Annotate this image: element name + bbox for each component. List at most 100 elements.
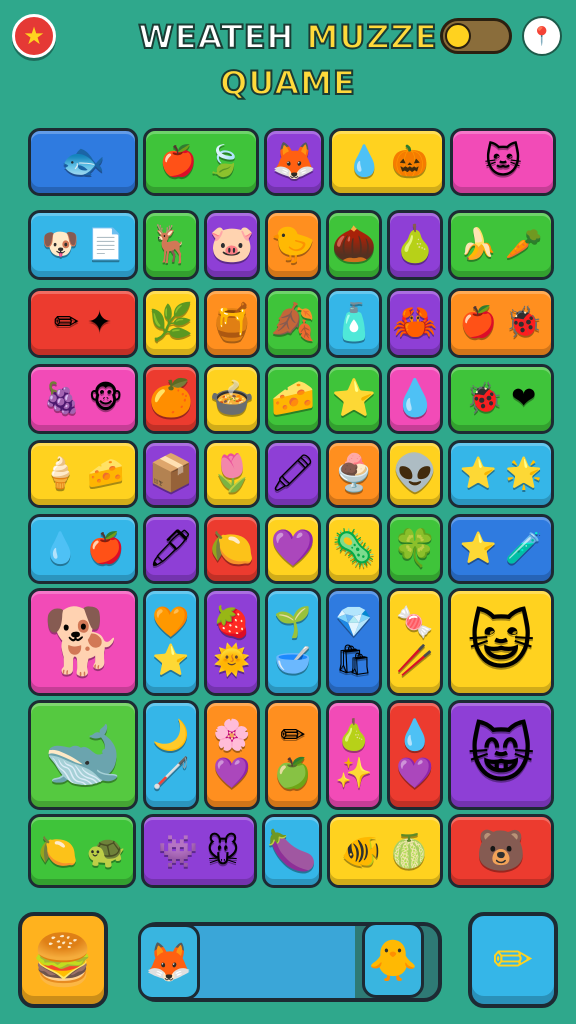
bug-heart-icon-2: ❤: [511, 381, 537, 416]
tile-pear-star[interactable]: 🍐 ✨: [326, 700, 382, 810]
fish-lime-icon-2: 🍈: [389, 832, 429, 870]
tile-banana-stick[interactable]: 🌙 🦯: [143, 700, 199, 810]
tile-pig[interactable]: 🐷: [204, 210, 260, 280]
dog-big-icon-1: 🐕: [43, 605, 123, 679]
tile-bottle[interactable]: 🧴: [326, 288, 382, 358]
tile-lemon-turtle[interactable]: 🍋 🐢: [28, 814, 136, 888]
deer-icon-1: 🦌: [148, 224, 194, 265]
tile-pencil-star[interactable]: ✏ ✦: [28, 288, 138, 358]
flower-heart-icon-1: 🌸: [213, 718, 251, 753]
candy-stick-icon-2: 🥢: [396, 643, 434, 678]
tile-crayon[interactable]: 🖍: [265, 440, 321, 508]
tile-box[interactable]: 📦: [143, 440, 199, 508]
tile-star-flask[interactable]: ⭐ 🧪: [448, 514, 554, 584]
tile-cone[interactable]: 🍨: [326, 440, 382, 508]
tile-starfish[interactable]: ⭐: [326, 364, 382, 434]
fish-lime-icon-1: 🐠: [341, 832, 381, 870]
apple-leaf-icon-1: 🍎: [159, 144, 197, 179]
tile-alien[interactable]: 👽: [387, 440, 443, 508]
apple-bug-icon-2: 🐞: [505, 305, 543, 340]
tile-bug-heart[interactable]: 🐞 ❤: [448, 364, 554, 434]
pencil-apple-icon-2: 🍏: [274, 756, 312, 791]
pencil-button[interactable]: ✏: [468, 912, 558, 1008]
cone-cheese-icon-2: 🧀: [87, 456, 125, 491]
pencil-star-icon-2: ✦: [87, 305, 113, 340]
tile-flower-heart[interactable]: 🌸 💜: [204, 700, 260, 810]
tile-eggplant[interactable]: 🍆: [262, 814, 322, 888]
tile-candy-stick[interactable]: 🍬 🥢: [387, 588, 443, 696]
banana-carrot-icon-2: 🥕: [505, 227, 543, 262]
tile-leaf-green[interactable]: 🍀: [387, 514, 443, 584]
tile-fish-lime[interactable]: 🐠 🍈: [327, 814, 443, 888]
tile-drop-heart[interactable]: 💧 💜: [387, 700, 443, 810]
tile-dog-big[interactable]: 🐕: [28, 588, 138, 696]
apple-bug-icon-1: 🍎: [459, 305, 497, 340]
tile-chick[interactable]: 🐤: [265, 210, 321, 280]
game-board: 🐟 🍎 🍃 🦊 💧 🎃 🐱 🐶 📄 🦌 🐷 🐤 🌰 🍐 🍌 🥕 ✏ ✦ 🌿 🍯 🍂 🧴 🦀 🍎 🐞 🍇 🐵 🍊 🍲 🧀 ⭐ 💧 🐞 ❤ 🍦 🧀 📦 🌷 🖍 🍨…: [0, 0, 576, 1024]
tile-deer[interactable]: 🦌: [143, 210, 199, 280]
tile-heart-gem[interactable]: 💜: [265, 514, 321, 584]
chick-icon-1: 🐤: [270, 224, 316, 265]
leaf-green-icon-1: 🍀: [392, 528, 438, 569]
whale-icon-1: 🐋: [43, 718, 123, 792]
pencil-apple-icon-1: ✏: [280, 718, 306, 753]
tile-cheese[interactable]: 🧀: [265, 364, 321, 434]
tile-grape-monkey[interactable]: 🍇 🐵: [28, 364, 138, 434]
tile-dog-paper[interactable]: 🐶 📄: [28, 210, 138, 280]
tile-pear[interactable]: 🍐: [387, 210, 443, 280]
star-flask-icon-1: ⭐: [459, 531, 497, 566]
tile-leaf-bowl[interactable]: 🌱 🥣: [265, 588, 321, 696]
alien-icon-1: 👽: [392, 453, 438, 494]
tile-germ[interactable]: 🦠: [326, 514, 382, 584]
tile-orange[interactable]: 🍊: [143, 364, 199, 434]
bug-heart-icon-1: 🐞: [465, 381, 504, 416]
tile-drop-purple[interactable]: 💧: [387, 364, 443, 434]
tile-pencil-apple[interactable]: ✏ 🍏: [265, 700, 321, 810]
tile-cat-pink[interactable]: 😸: [448, 700, 554, 810]
germ-icon-1: 🦠: [331, 528, 377, 569]
burger-button[interactable]: 🍔: [18, 912, 108, 1008]
starfish-icon-1: ⭐: [331, 378, 377, 419]
tile-cone-cheese[interactable]: 🍦 🧀: [28, 440, 138, 508]
tile-heart-star[interactable]: 🧡 ⭐: [143, 588, 199, 696]
stars-icon-1: ⭐: [459, 456, 497, 491]
cat-big-icon-1: 😺: [467, 605, 535, 679]
tile-robot-fish[interactable]: 🐟: [28, 128, 138, 196]
tile-pot[interactable]: 🍲: [204, 364, 260, 434]
tile-marker[interactable]: 🖊: [143, 514, 199, 584]
tile-drop-apple[interactable]: 💧 🍎: [28, 514, 138, 584]
drop-heart-icon-1: 💧: [396, 718, 434, 753]
tile-whale[interactable]: 🐋: [28, 700, 138, 810]
tile-fox[interactable]: 🦊: [264, 128, 324, 196]
bottle-icon-1: 🧴: [331, 302, 377, 343]
tile-herb[interactable]: 🌿: [143, 288, 199, 358]
tile-leaf[interactable]: 🍂: [265, 288, 321, 358]
tile-pinecone[interactable]: 🌰: [326, 210, 382, 280]
tile-apple-bug[interactable]: 🍎 🐞: [448, 288, 554, 358]
tile-crab[interactable]: 🦀: [387, 288, 443, 358]
tile-apple-leaf[interactable]: 🍎 🍃: [143, 128, 259, 196]
tile-strawberry-sun[interactable]: 🍓 🌞: [204, 588, 260, 696]
tile-stars[interactable]: ⭐ 🌟: [448, 440, 554, 508]
tile-gem-bag[interactable]: 💎 🛍: [326, 588, 382, 696]
drop-pumpkin-icon-2: 🎃: [391, 144, 429, 179]
leaf-bowl-icon-2: 🥣: [274, 643, 312, 678]
crayon-icon-1: 🖍: [270, 453, 316, 494]
bear-icon-1: 🐻: [476, 828, 526, 874]
banana-carrot-icon-1: 🍌: [459, 227, 497, 262]
pear-star-icon-2: ✨: [335, 756, 373, 791]
tile-drop-pumpkin[interactable]: 💧 🎃: [329, 128, 445, 196]
banana-stick-icon-2: 🦯: [152, 756, 190, 791]
tile-flowerpot[interactable]: 🌷: [204, 440, 260, 508]
tile-jar[interactable]: 🍯: [204, 288, 260, 358]
tile-monster[interactable]: 👾 🐭: [141, 814, 257, 888]
drop-apple-icon-1: 💧: [41, 531, 79, 566]
tile-cat-big[interactable]: 😺: [448, 588, 554, 696]
tile-lemon[interactable]: 🍋: [204, 514, 260, 584]
lemon-turtle-icon-2: 🐢: [86, 832, 126, 870]
tile-cat[interactable]: 🐱: [450, 128, 556, 196]
tile-bear[interactable]: 🐻: [448, 814, 554, 888]
dog-paper-icon-1: 🐶: [41, 227, 79, 262]
apple-leaf-icon-2: 🍃: [205, 144, 243, 179]
tile-banana-carrot[interactable]: 🍌 🥕: [448, 210, 554, 280]
